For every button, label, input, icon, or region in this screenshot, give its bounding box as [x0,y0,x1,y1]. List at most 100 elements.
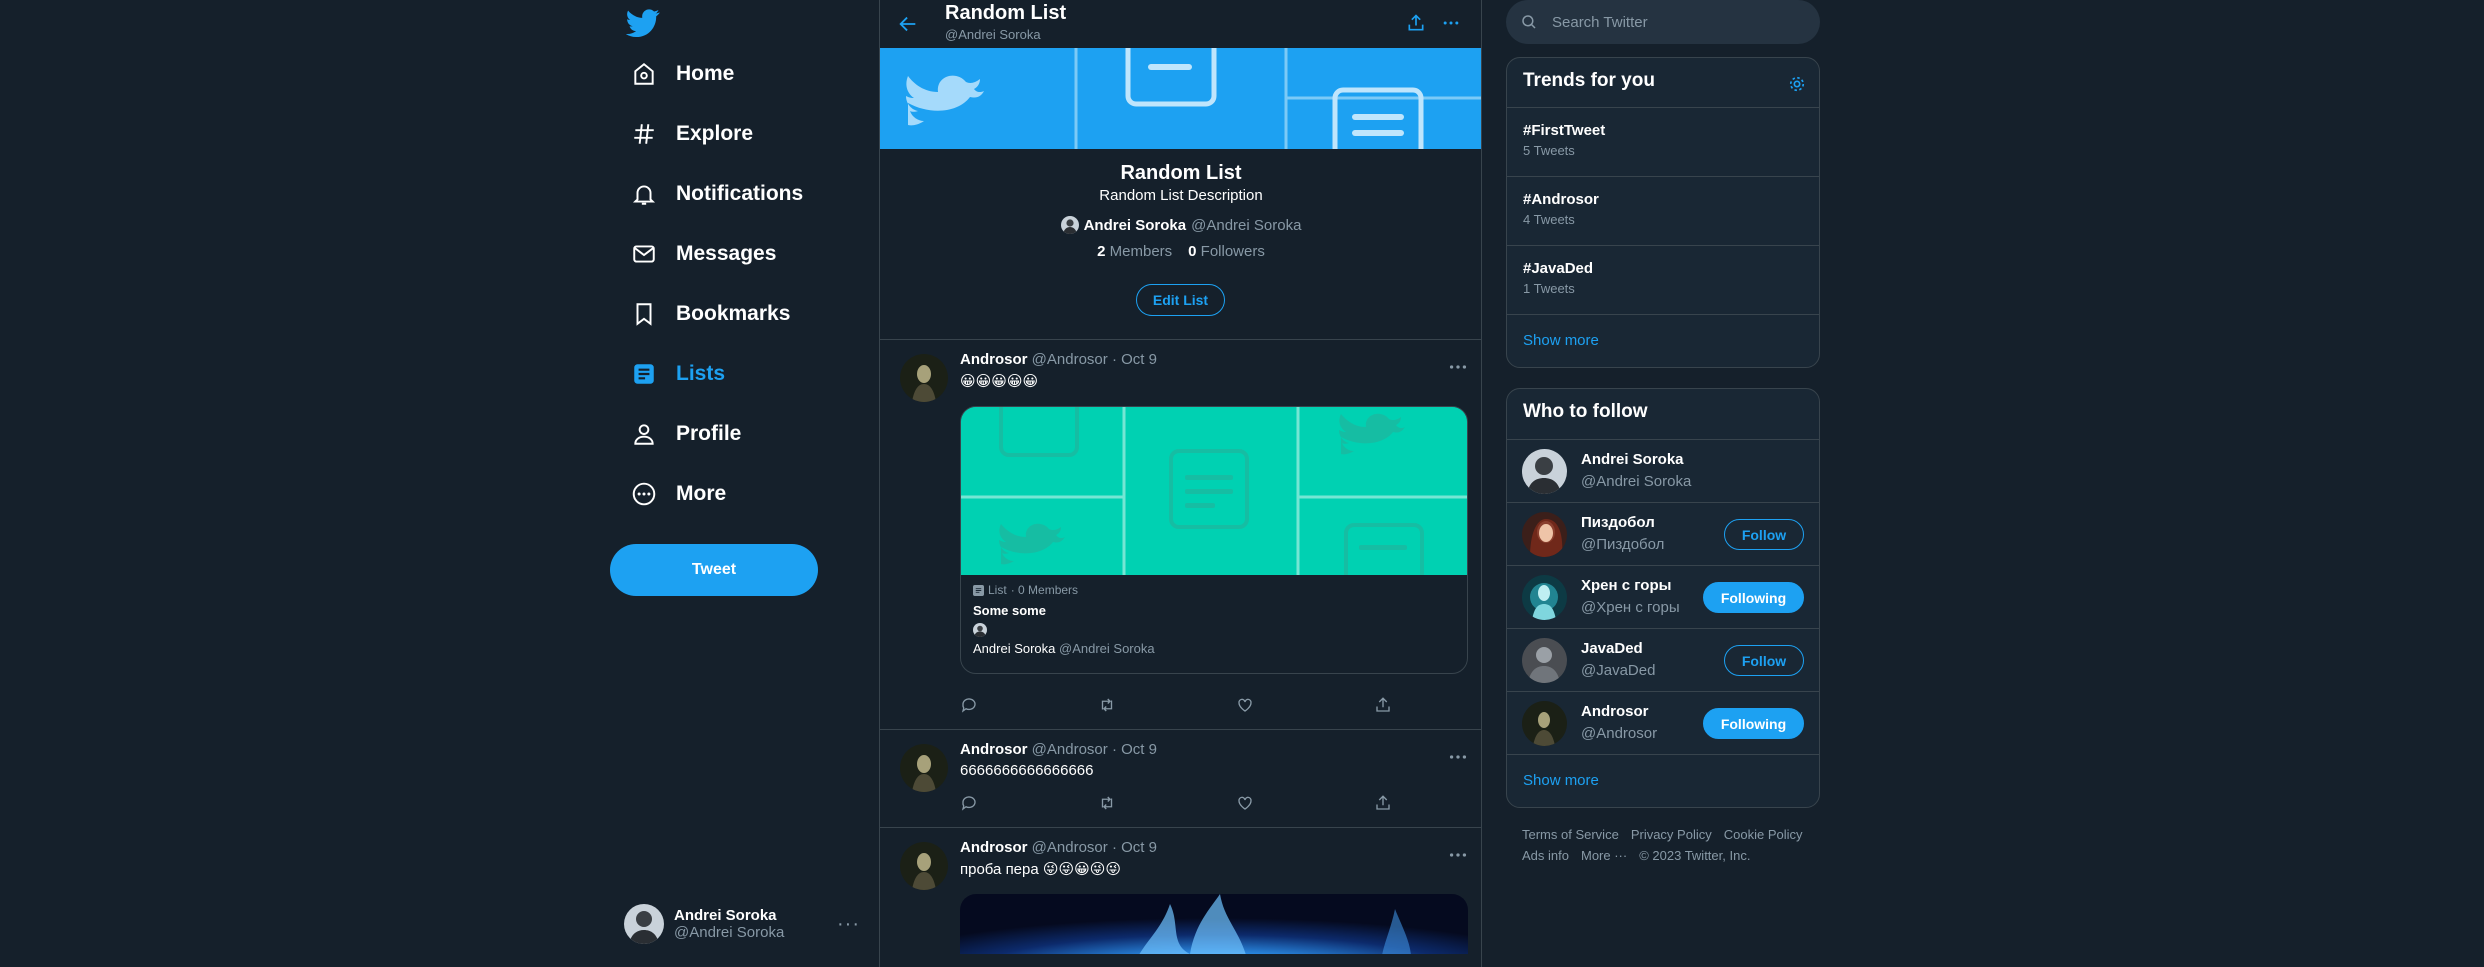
tweet-text: проба пера 😜😜😀😜😜 [960,861,1122,878]
search-input[interactable] [1550,12,1790,32]
list-icon [630,360,658,388]
nav-notifications[interactable]: Notifications [630,172,803,216]
tweet[interactable]: Androsor @Androsor · Oct 9 6666666666666… [880,730,1481,828]
tweet-date[interactable]: · Oct 9 [1112,741,1157,758]
trend-item[interactable]: #JavaDed 1 Tweets [1507,245,1819,314]
follow-suggestion[interactable]: Andrei Soroka @Andrei Soroka [1507,439,1819,502]
tweet-actions [960,694,1481,716]
footer-link-more[interactable]: More ··· [1581,848,1627,863]
tweet[interactable]: Androsor @Androsor · Oct 9 😀😀😀😀😀 List · … [880,340,1481,730]
suggestion-handle: @Androsor [1581,725,1658,742]
tweet-text: 6666666666666666 [960,762,1094,779]
trends-title: Trends for you [1523,70,1655,91]
follow-button[interactable]: Follow [1724,645,1804,676]
footer: Terms of Service Privacy Policy Cookie Pol… [1522,824,1822,866]
nav-explore[interactable]: Explore [630,112,753,156]
follow-suggestion[interactable]: Хрен с горы @Хрен с горы Following [1507,565,1819,628]
follow-suggestion[interactable]: JavaDed @JavaDed Follow [1507,628,1819,691]
nav-lists[interactable]: Lists [630,352,725,396]
tweet-date[interactable]: · Oct 9 [1112,351,1157,368]
search-bar[interactable] [1506,0,1820,44]
share-icon [1374,696,1392,714]
nav-home[interactable]: Home [630,52,734,96]
followers-link[interactable]: 0 Followers [1188,243,1265,260]
gear-icon[interactable] [1787,74,1809,96]
who-to-follow-show-more[interactable]: Show more [1523,772,1599,789]
avatar[interactable] [1522,575,1567,620]
like-button[interactable] [1236,792,1374,814]
avatar[interactable] [1522,449,1567,494]
share-button[interactable] [1374,792,1481,814]
nav-more[interactable]: More [630,472,726,516]
follow-button[interactable]: Follow [1724,519,1804,550]
trend-item[interactable]: #Androsor 4 Tweets [1507,176,1819,245]
reply-button[interactable] [960,694,1098,716]
retweet-button[interactable] [1098,694,1236,716]
account-switcher[interactable]: Andrei Soroka @Andrei Soroka ··· [624,902,860,946]
avatar[interactable] [900,842,948,890]
more-dots-icon[interactable]: ··· [837,913,860,936]
following-button[interactable]: Following [1703,582,1804,613]
list-card[interactable]: List · 0 Members Some some Andrei Soroka… [960,406,1468,674]
list-owner[interactable]: Andrei Soroka @Andrei Soroka [880,216,1481,234]
avatar [624,904,664,944]
avatar[interactable] [1522,638,1567,683]
retweet-icon [1098,696,1116,714]
back-arrow-icon[interactable] [894,10,922,38]
suggestion-handle: @Пиздобол [1581,536,1665,553]
nav-bookmarks[interactable]: Bookmarks [630,292,790,336]
members-link[interactable]: 2 Members [1097,243,1172,260]
nav-profile[interactable]: Profile [630,412,741,456]
trend-name: #JavaDed [1523,260,1594,277]
avatar[interactable] [900,744,948,792]
following-button[interactable]: Following [1703,708,1804,739]
edit-list-button[interactable]: Edit List [1136,284,1225,316]
trend-name: #Androsor [1523,191,1599,208]
more-dots-icon[interactable] [1447,746,1469,768]
suggestion-name: Пиздобол [1581,514,1655,531]
nav-label: More [676,482,727,505]
tweet-author-handle[interactable]: @Androsor [1032,839,1108,856]
avatar[interactable] [900,354,948,402]
trend-item[interactable]: #FirstTweet 5 Tweets [1507,107,1819,176]
tweet-button[interactable]: Tweet [610,544,818,596]
suggestion-name: Andrei Soroka [1581,451,1684,468]
more-dots-icon[interactable] [1437,9,1465,37]
share-button[interactable] [1374,694,1481,716]
list-banner [880,48,1481,149]
footer-link-terms[interactable]: Terms of Service [1522,827,1619,842]
retweet-button[interactable] [1098,792,1236,814]
suggestion-handle: @Andrei Soroka [1581,473,1692,490]
tweet-date[interactable]: · Oct 9 [1112,839,1157,856]
tweet-image[interactable] [960,894,1468,954]
tweet-author-name[interactable]: Androsor [960,351,1028,368]
avatar[interactable] [1522,512,1567,557]
twitter-logo-icon[interactable] [626,6,660,40]
more-dots-icon[interactable] [1447,356,1469,378]
tweet-author-name[interactable]: Androsor [960,839,1028,856]
share-icon[interactable] [1402,9,1430,37]
more-dots-icon[interactable] [1447,844,1469,866]
footer-link-ads[interactable]: Ads info [1522,848,1569,863]
footer-link-cookies[interactable]: Cookie Policy [1724,827,1803,842]
tweet-author-handle[interactable]: @Androsor [1032,351,1108,368]
tweet-author-handle[interactable]: @Androsor [1032,741,1108,758]
more-circle-icon [630,480,658,508]
members-label: Members [1109,243,1173,260]
suggestion-name: Хрен с горы [1581,577,1672,594]
nav-messages[interactable]: Messages [630,232,776,276]
reply-button[interactable] [960,792,1098,814]
follow-suggestion[interactable]: Пиздобол @Пиздобол Follow [1507,502,1819,565]
who-to-follow-title: Who to follow [1523,401,1648,422]
trends-show-more[interactable]: Show more [1523,332,1599,349]
followers-count: 0 [1188,243,1197,260]
footer-link-privacy[interactable]: Privacy Policy [1631,827,1712,842]
share-icon [1374,794,1392,812]
avatar[interactable] [1522,701,1567,746]
retweet-icon [1098,794,1116,812]
tweet-author-name[interactable]: Androsor [960,741,1028,758]
like-button[interactable] [1236,694,1374,716]
follow-suggestion[interactable]: Androsor @Androsor Following [1507,691,1819,754]
card-owner: Andrei Soroka @Andrei Soroka [973,641,1155,656]
tweet[interactable]: Androsor @Androsor · Oct 9 проба пера 😜😜… [880,828,1481,967]
